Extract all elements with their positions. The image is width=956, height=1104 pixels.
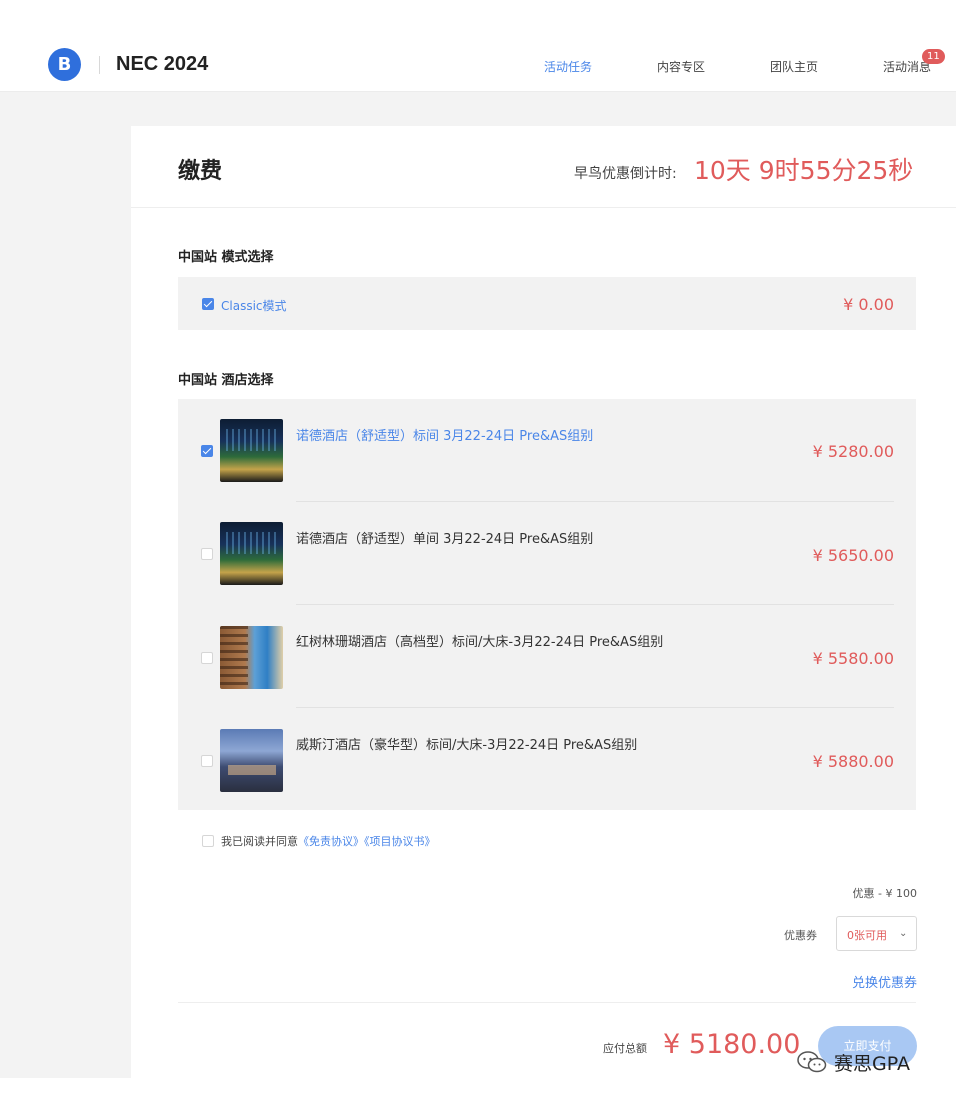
left-rail xyxy=(0,92,131,1078)
mode-classic-checkbox[interactable] xyxy=(202,298,214,310)
hotel-1-thumbnail xyxy=(220,419,283,482)
hotel-2-thumbnail xyxy=(220,522,283,585)
project-agreement-link[interactable]: 《项目协议书》 xyxy=(364,835,436,848)
total-amount: ¥ 5180.00 xyxy=(663,1029,801,1060)
countdown-label: 早鸟优惠倒计时: xyxy=(574,166,677,182)
watermark-text: 赛思GPA xyxy=(834,1053,910,1075)
agreement-text: 我已阅读并同意《免责协议》《项目协议书》 xyxy=(221,833,436,849)
top-header: B NEC 2024 活动任务 内容专区 团队主页 活动消息 11 xyxy=(0,0,956,92)
chevron-down-icon[interactable]: ⌄ xyxy=(899,928,907,939)
message-count-badge: 11 xyxy=(922,49,945,64)
redeem-coupon-link[interactable]: 兑换优惠券 xyxy=(780,972,917,991)
hotel-row-divider xyxy=(296,707,894,708)
countdown-timer: 10天 9时55分25秒 xyxy=(694,156,914,185)
hotel-3-thumbnail xyxy=(220,626,283,689)
wechat-icon xyxy=(797,1051,827,1073)
hotel-4-checkbox[interactable] xyxy=(201,755,213,767)
hotel-4-price: ¥ 5880.00 xyxy=(812,752,894,771)
title-divider xyxy=(131,207,956,208)
total-label: 应付总额 xyxy=(603,1042,647,1055)
logo-divider xyxy=(99,56,100,74)
hotel-3-label[interactable]: 红树林珊瑚酒店（高档型）标间/大床-3月22-24日 Pre&AS组别 xyxy=(296,631,663,650)
coupon-select-value[interactable]: 0张可用 xyxy=(847,927,887,943)
hotel-4-thumbnail xyxy=(220,729,283,792)
agreement-checkbox[interactable] xyxy=(202,835,214,847)
hotel-section-title: 中国站 酒店选择 xyxy=(178,373,274,388)
hotel-1-label[interactable]: 诺德酒店（舒适型）标间 3月22-24日 Pre&AS组别 xyxy=(296,425,593,444)
app-title: NEC 2024 xyxy=(116,53,209,75)
nav-tab-content-zone[interactable]: 内容专区 xyxy=(657,58,705,75)
top-gray-band xyxy=(131,92,956,126)
discount-amount: 优惠 - ¥ 100 xyxy=(852,887,917,900)
hotel-2-price: ¥ 5650.00 xyxy=(812,546,894,565)
agreement-prefix: 我已阅读并同意 xyxy=(221,835,298,848)
hotel-2-label[interactable]: 诺德酒店（舒适型）单间 3月22-24日 Pre&AS组别 xyxy=(296,528,593,547)
mode-section-title: 中国站 模式选择 xyxy=(178,250,274,265)
hotel-2-checkbox[interactable] xyxy=(201,548,213,560)
mode-classic-price: ¥ 0.00 xyxy=(843,295,894,314)
disclaimer-link[interactable]: 《免责协议》 xyxy=(298,835,364,848)
hotel-row-divider xyxy=(296,501,894,502)
coupon-label: 优惠券 xyxy=(784,929,817,942)
page-title: 缴费 xyxy=(178,159,223,184)
nav-tab-team-home[interactable]: 团队主页 xyxy=(770,58,818,75)
hotel-4-label[interactable]: 威斯汀酒店（豪华型）标间/大床-3月22-24日 Pre&AS组别 xyxy=(296,734,637,753)
summary-divider xyxy=(178,1002,916,1003)
app-logo-icon[interactable]: B xyxy=(48,48,81,81)
mode-classic-label[interactable]: Classic模式 xyxy=(221,297,287,314)
nav-tab-activity-tasks[interactable]: 活动任务 xyxy=(544,58,592,75)
hotel-3-price: ¥ 5580.00 xyxy=(812,649,894,668)
hotel-1-price: ¥ 5280.00 xyxy=(812,442,894,461)
hotel-row-divider xyxy=(296,604,894,605)
hotel-1-checkbox[interactable] xyxy=(201,445,213,457)
hotel-3-checkbox[interactable] xyxy=(201,652,213,664)
